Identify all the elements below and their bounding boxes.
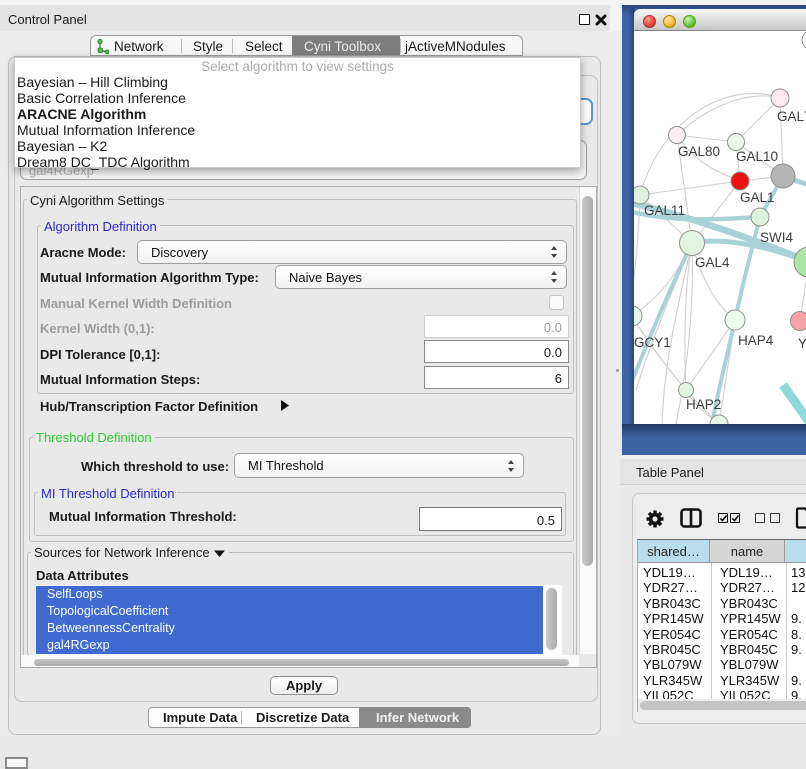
svg-text:Y: Y <box>798 336 806 351</box>
svg-text:GAL11: GAL11 <box>644 203 685 218</box>
svg-text:GAL7: GAL7 <box>777 109 806 124</box>
svg-text:SWI4: SWI4 <box>760 230 793 245</box>
svg-text:GCY1: GCY1 <box>634 335 671 350</box>
svg-text:GAL1: GAL1 <box>740 190 775 205</box>
svg-text:HAP2: HAP2 <box>686 397 721 412</box>
svg-text:GAL4: GAL4 <box>695 255 730 270</box>
svg-text:GAL10: GAL10 <box>736 149 778 164</box>
svg-text:HAP4: HAP4 <box>738 333 774 348</box>
svg-text:GAL80: GAL80 <box>678 144 720 159</box>
